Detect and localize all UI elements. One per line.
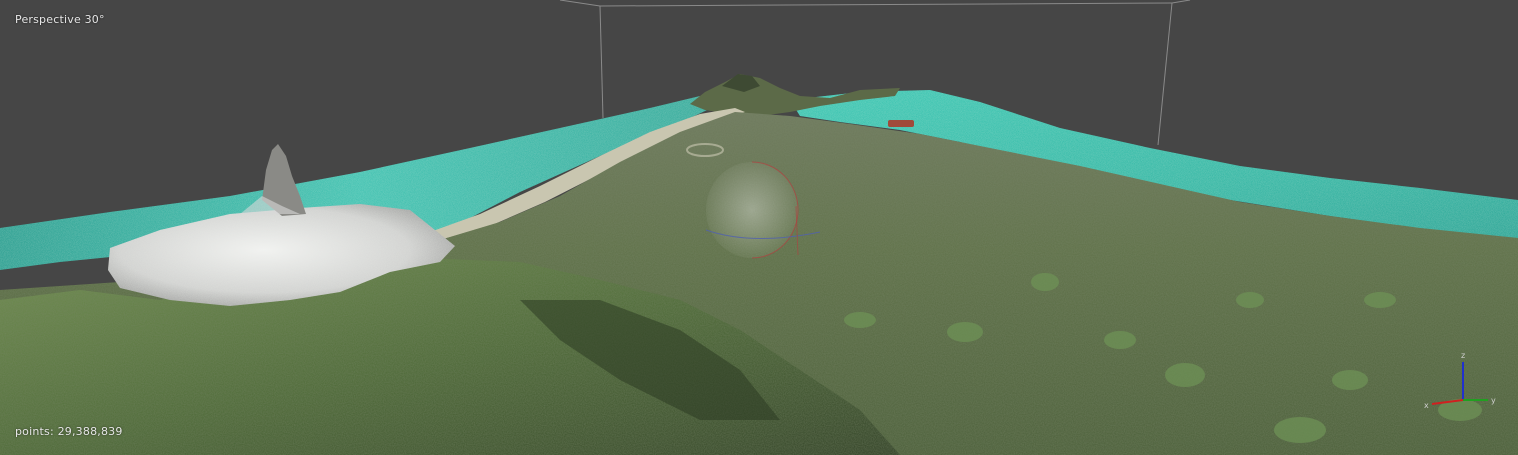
boat	[888, 120, 914, 127]
axis-x-label: x	[1424, 401, 1429, 410]
point-count-label: points: 29,388,839	[15, 425, 123, 438]
axis-y-label: y	[1491, 396, 1496, 405]
point-cloud-scene[interactable]: z x y	[0, 0, 1518, 455]
3d-viewport[interactable]: z x y Perspective 30° points: 29,388,839	[0, 0, 1518, 455]
projection-label: Perspective 30°	[15, 13, 105, 26]
axis-z-label: z	[1461, 351, 1465, 360]
